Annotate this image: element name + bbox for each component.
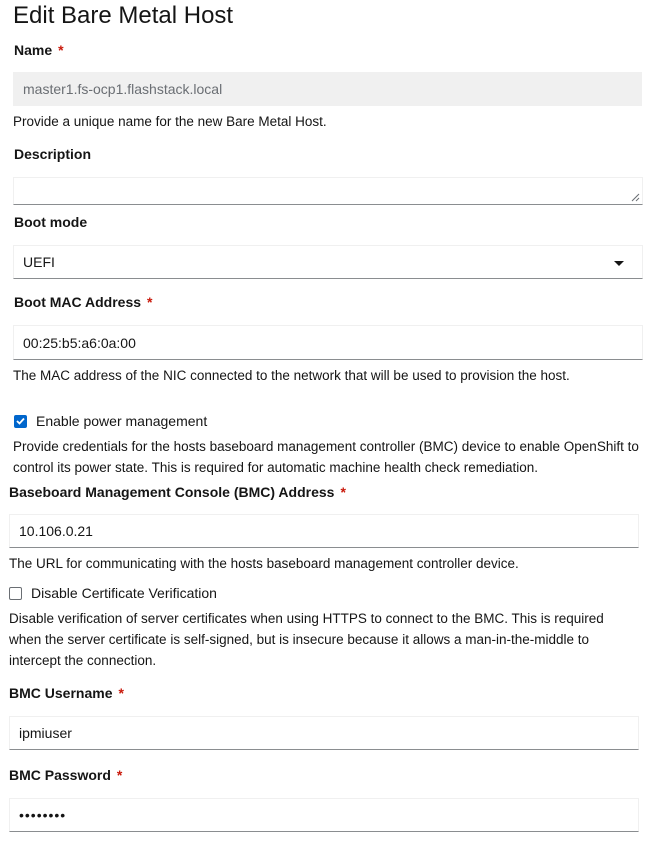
bmc-password-value: ••••••••: [19, 807, 67, 823]
name-label: Name *: [14, 41, 64, 59]
required-indicator: *: [58, 42, 64, 58]
page-title: Edit Bare Metal Host: [13, 2, 234, 29]
bmc-username-value: ipmiuser: [19, 725, 72, 741]
disable-cert-label: Disable Certificate Verification: [31, 585, 217, 601]
boot-mac-value: 00:25:b5:a6:0a:00: [23, 334, 136, 351]
bmc-address-label-text: Baseboard Management Console (BMC) Addre…: [9, 484, 335, 500]
boot-mode-select[interactable]: UEFI: [13, 245, 643, 279]
disable-cert-checkbox-row[interactable]: Disable Certificate Verification: [9, 585, 217, 601]
name-label-text: Name: [14, 42, 53, 58]
checkmark-icon: [16, 417, 25, 425]
bmc-password-label: BMC Password *: [9, 766, 122, 784]
disable-cert-checkbox[interactable]: [9, 586, 22, 600]
bmc-password-input[interactable]: ••••••••: [9, 798, 639, 832]
power-management-checkbox[interactable]: [14, 414, 27, 428]
description-textarea[interactable]: [13, 177, 643, 205]
boot-mac-input[interactable]: 00:25:b5:a6:0a:00: [13, 325, 643, 360]
bmc-username-label: BMC Username *: [9, 684, 124, 702]
description-label: Description: [14, 146, 92, 162]
bmc-address-help: The URL for communicating with the hosts…: [9, 556, 519, 571]
bmc-address-value: 10.106.0.21: [19, 523, 93, 539]
bmc-username-input[interactable]: ipmiuser: [9, 716, 639, 750]
power-management-checkbox-row[interactable]: Enable power management: [14, 413, 207, 429]
power-management-help: Provide credentials for the hosts basebo…: [13, 439, 639, 475]
bmc-address-label: Baseboard Management Console (BMC) Addre…: [9, 483, 346, 501]
boot-mode-value: UEFI: [23, 254, 55, 270]
name-help: Provide a unique name for the new Bare M…: [13, 114, 327, 129]
required-indicator: *: [147, 294, 153, 310]
resize-handle-icon[interactable]: [631, 193, 640, 202]
required-indicator: *: [116, 767, 123, 783]
boot-mac-label: Boot MAC Address *: [14, 293, 153, 311]
bmc-password-label-text: BMC Password: [9, 767, 111, 783]
boot-mode-label: Boot mode: [14, 214, 88, 230]
boot-mac-label-text: Boot MAC Address: [14, 294, 142, 310]
caret-down-icon: [614, 261, 624, 266]
required-indicator: *: [118, 685, 124, 701]
bmc-username-label-text: BMC Username: [9, 685, 113, 701]
disable-cert-help: Disable verification of server certifica…: [9, 611, 604, 668]
name-value: master1.fs-ocp1.flashstack.local: [23, 81, 223, 97]
required-indicator: *: [340, 484, 346, 500]
power-management-label: Enable power management: [36, 413, 208, 429]
name-input[interactable]: master1.fs-ocp1.flashstack.local: [13, 72, 642, 106]
bmc-address-input[interactable]: 10.106.0.21: [9, 514, 639, 548]
boot-mac-help: The MAC address of the NIC connected to …: [13, 368, 570, 383]
